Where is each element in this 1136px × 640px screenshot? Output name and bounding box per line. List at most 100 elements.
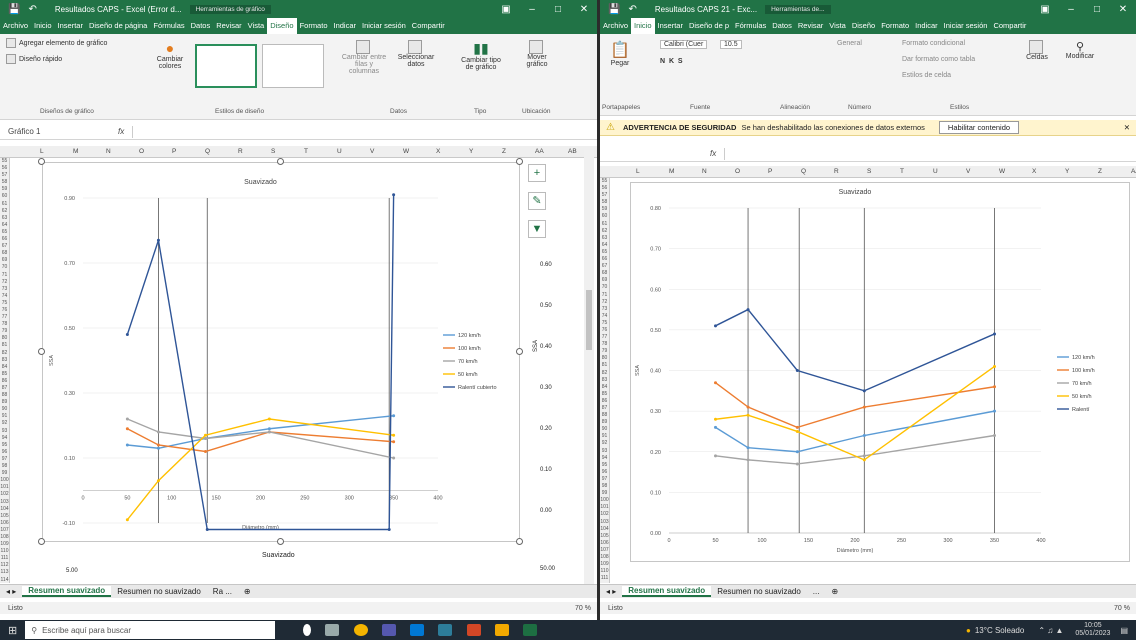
ribbon-display-icon[interactable]: ▣ [493,4,519,15]
column-header[interactable]: P [172,148,176,155]
row-header[interactable]: 95 [600,462,609,469]
resize-handle[interactable] [516,348,523,355]
enable-content-button[interactable]: Habilitar contenido [938,121,1020,134]
row-header[interactable]: 80 [0,335,9,342]
column-header[interactable]: U [337,148,342,155]
excel-taskbar-icon[interactable] [523,624,538,636]
app-icon[interactable] [438,624,453,636]
row-header[interactable]: 73 [600,306,609,313]
acrobat-icon[interactable] [466,624,481,636]
row-header[interactable]: 91 [0,413,9,420]
row-header[interactable]: 104 [0,506,9,513]
ribbon-tab-fórmulas[interactable]: Fórmulas [732,18,769,34]
row-header[interactable]: 89 [0,399,9,406]
close-icon[interactable]: ✕ [1110,4,1136,15]
add-sheet-icon[interactable]: ⊕ [238,587,257,596]
row-header[interactable]: 92 [600,440,609,447]
taskbar-search[interactable]: ⚲ Escribe aquí para buscar [25,621,276,639]
sheet-tab[interactable]: ... [807,587,826,596]
row-header[interactable]: 98 [600,483,609,490]
zoom-level[interactable]: 70 % [1114,605,1130,612]
ribbon-tab-insertar[interactable]: Insertar [55,18,86,34]
resize-handle[interactable] [516,158,523,165]
ribbon-tab-inicio[interactable]: Inicio [631,18,655,34]
row-header[interactable]: 102 [600,511,609,518]
row-header[interactable]: 78 [0,321,9,328]
column-header[interactable]: S [271,148,275,155]
row-header[interactable]: 58 [0,179,9,186]
column-header[interactable]: Q [205,148,210,155]
windows-start-icon[interactable]: ⊞ [8,624,17,637]
row-header[interactable]: 86 [0,378,9,385]
formula-input[interactable] [724,147,1136,160]
row-header[interactable]: 57 [0,172,9,179]
ribbon-tab-datos[interactable]: Datos [188,18,214,34]
cells-button[interactable]: Celdas [1020,40,1054,61]
column-header[interactable]: AA [535,148,544,155]
resize-handle[interactable] [277,538,284,545]
chart-left[interactable]: Suavizado -0.10 0.10 0.30 0.50 0.70 0.90 0 50 100… [42,162,520,542]
row-header[interactable]: 61 [0,201,9,208]
row-header[interactable]: 58 [600,199,609,206]
column-header[interactable]: Y [469,148,473,155]
row-header[interactable]: 60 [0,193,9,200]
row-header[interactable]: 88 [600,412,609,419]
row-header[interactable]: 73 [0,286,9,293]
row-header[interactable]: 59 [600,206,609,213]
column-header[interactable]: X [436,148,440,155]
column-header[interactable]: M [73,148,78,155]
row-header[interactable]: 87 [600,405,609,412]
teams-icon[interactable] [381,624,396,636]
chart-filter-icon[interactable]: ▼ [528,220,546,238]
row-header[interactable]: 78 [600,341,609,348]
maximize-icon[interactable]: □ [1084,4,1110,15]
font-name-select[interactable]: Calibri (Cuer [660,40,708,49]
column-header[interactable]: N [106,148,111,155]
column-header[interactable]: W [403,148,409,155]
select-data-button[interactable]: Seleccionar datos [395,40,437,68]
row-header[interactable]: 111 [0,555,9,562]
row-header[interactable]: 75 [0,300,9,307]
ribbon-tab-formato[interactable]: Formato [297,18,331,34]
row-header[interactable]: 90 [600,426,609,433]
column-header[interactable]: W [999,168,1005,175]
quick-layout-button[interactable]: Diseño rápido [6,54,62,64]
row-header[interactable]: 81 [0,342,9,349]
column-header[interactable]: O [139,148,144,155]
formula-input[interactable] [132,125,597,138]
ribbon-tab-indicar[interactable]: Indicar [331,18,360,34]
row-header[interactable]: 68 [600,270,609,277]
row-header[interactable]: 97 [0,456,9,463]
row-header[interactable]: 82 [0,350,9,357]
minimize-icon[interactable]: – [1058,4,1084,15]
row-header[interactable]: 66 [0,236,9,243]
column-header[interactable]: AA [1131,168,1136,175]
row-header[interactable]: 109 [600,561,609,568]
edit-button[interactable]: ⚲ Modificar [1060,40,1100,60]
resize-handle[interactable] [277,158,284,165]
ribbon-tab-indicar[interactable]: Indicar [912,18,941,34]
row-header[interactable]: 107 [600,547,609,554]
column-header[interactable]: Z [1098,168,1102,175]
tab-nav-arrows[interactable]: ◂ ▸ [600,587,622,596]
tab-nav-arrows[interactable]: ◂ ▸ [0,587,22,596]
number-format-select[interactable]: General [837,40,862,47]
row-header[interactable]: 103 [0,499,9,506]
row-header[interactable]: 99 [0,470,9,477]
row-header[interactable]: 79 [600,348,609,355]
system-tray-icons[interactable]: ⌃ ♫ ▲ [1038,626,1063,635]
row-header[interactable]: 61 [600,221,609,228]
row-header[interactable]: 68 [0,250,9,257]
ribbon-tab-diseño[interactable]: Diseño [849,18,878,34]
ribbon-tab-compartir[interactable]: Compartir [409,18,448,34]
row-header[interactable]: 110 [600,568,609,575]
bold-italic-underline[interactable]: N K S [660,58,683,65]
row-header[interactable]: 89 [600,419,609,426]
column-header[interactable]: O [735,168,740,175]
sheet-tab[interactable]: Resumen suavizado [22,586,112,597]
row-header[interactable]: 95 [0,442,9,449]
ribbon-tab-inicio[interactable]: Inicio [31,18,55,34]
row-header[interactable]: 87 [0,385,9,392]
cell-styles-button[interactable]: Estilos de celda [902,72,951,79]
row-header[interactable]: 72 [600,299,609,306]
